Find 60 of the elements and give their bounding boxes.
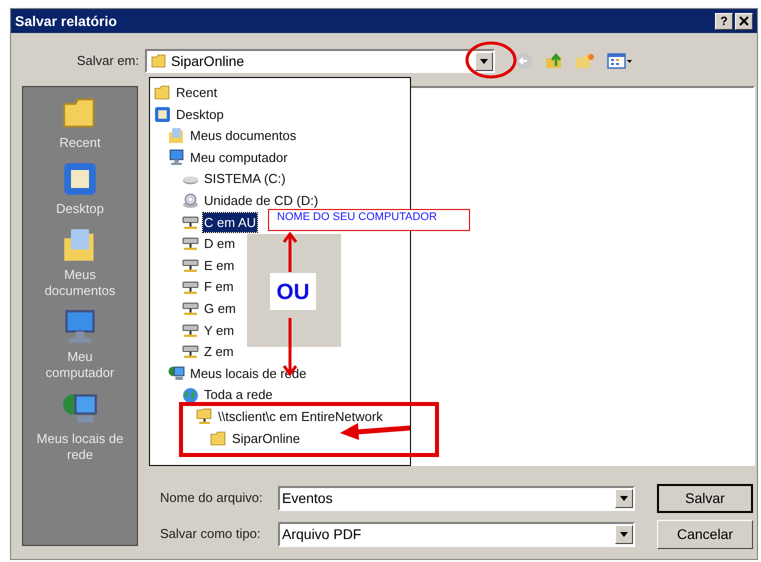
- desktop-icon: [62, 161, 98, 197]
- tree-item[interactable]: Toda a rede: [203, 385, 274, 405]
- folder-icon: [151, 53, 167, 69]
- dropdown-button[interactable]: [615, 488, 633, 508]
- field-label: Salvar em:: [76, 52, 140, 70]
- close-icon: [739, 16, 749, 26]
- file-name-combo[interactable]: Eventos: [278, 486, 635, 510]
- network-drive-icon: [182, 257, 199, 274]
- or-label: OU: [270, 273, 316, 310]
- tree-item[interactable]: SISTEMA (C:): [203, 169, 287, 189]
- network-drive-icon: [182, 322, 199, 339]
- tree-item[interactable]: Y em: [203, 320, 236, 340]
- file-name-value: Eventos: [282, 488, 334, 508]
- callout-label: NOME DO SEU COMPUTADOR: [268, 209, 470, 231]
- file-type-value: Arquivo PDF: [282, 524, 362, 544]
- caret-icon: [620, 532, 628, 536]
- tree-item[interactable]: Meu computador: [189, 148, 289, 168]
- tree-item[interactable]: \\tsclient\c em EntireNetwork: [217, 406, 384, 426]
- help-button[interactable]: ?: [715, 12, 733, 30]
- window-title: Salvar relatório: [15, 12, 117, 30]
- tree-item[interactable]: F em: [203, 277, 235, 297]
- dropdown-button[interactable]: [475, 52, 493, 70]
- location-combo[interactable]: SiparOnline: [145, 49, 495, 73]
- field-label: Salvar como tipo:: [159, 525, 262, 544]
- file-type-combo[interactable]: Arquivo PDF: [278, 522, 635, 546]
- tree-item[interactable]: Z em: [203, 342, 235, 362]
- up-arrow: [282, 232, 298, 272]
- highlight-ellipse: [465, 40, 517, 80]
- disc-icon: [182, 192, 199, 210]
- tree-item[interactable]: G em: [203, 298, 237, 318]
- tree-item[interactable]: Meus documentos: [189, 126, 298, 146]
- tree-item[interactable]: Unidade de CD (D:): [203, 191, 320, 211]
- save-button[interactable]: Salvar: [657, 484, 753, 512]
- network-computer-icon: [168, 365, 185, 382]
- network-drive-icon: [182, 343, 199, 360]
- tree-item[interactable]: Desktop: [175, 104, 225, 124]
- cancel-button[interactable]: Cancelar: [657, 520, 753, 548]
- tree-item[interactable]: C em AU: [203, 212, 258, 232]
- network-drive-icon: [182, 300, 199, 318]
- views-menu-icon[interactable]: [607, 53, 633, 69]
- caret-icon: [480, 58, 488, 64]
- computer-icon: [168, 149, 185, 166]
- network-drive-icon: [182, 278, 199, 296]
- network-drive-icon: [182, 235, 199, 252]
- caret-icon: [620, 496, 628, 500]
- field-label: Nome do arquivo:: [159, 489, 264, 508]
- documents-icon: [168, 127, 185, 144]
- tree-item[interactable]: SiparOnline: [231, 428, 301, 448]
- network-drive-icon: [182, 214, 199, 231]
- folder-icon: [154, 84, 171, 102]
- close-button[interactable]: [735, 12, 753, 30]
- network-folder-icon: [196, 408, 213, 426]
- folder-icon: [210, 430, 227, 447]
- desktop-icon: [154, 106, 171, 123]
- tree-item[interactable]: D em: [203, 234, 236, 254]
- tree-item[interactable]: E em: [203, 256, 236, 276]
- tree-item[interactable]: Recent: [175, 83, 218, 103]
- dropdown-button[interactable]: [615, 524, 633, 544]
- globe-icon: [182, 386, 199, 404]
- location-value: SiparOnline: [171, 52, 246, 71]
